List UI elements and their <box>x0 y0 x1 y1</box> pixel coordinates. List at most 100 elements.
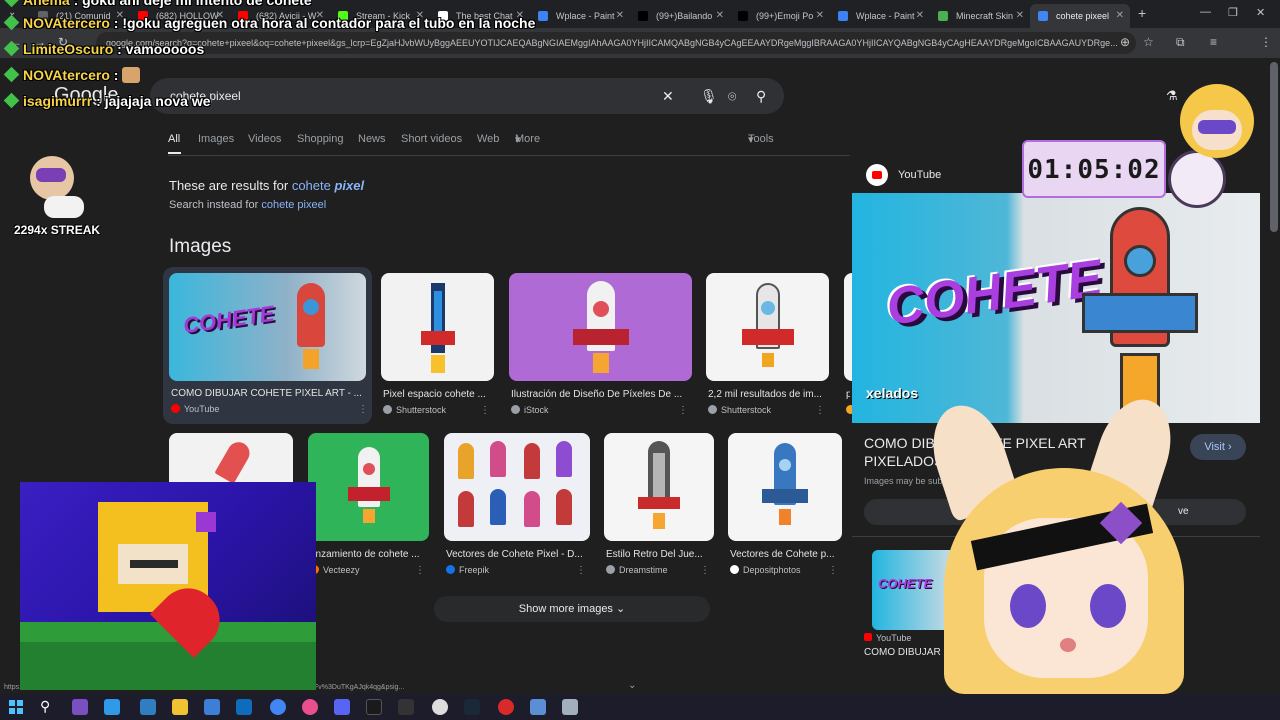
tab[interactable]: (99+)Bailando ✕ <box>630 4 730 28</box>
scroll-down-icon[interactable]: ⌄ <box>628 680 636 691</box>
more-options-icon[interactable]: ⋮ <box>678 405 688 416</box>
filter-short-videos[interactable]: Short videos <box>401 133 462 145</box>
search-icon[interactable]: ⚲ <box>756 78 766 114</box>
filter-videos[interactable]: Videos <box>248 133 281 145</box>
tab[interactable]: cohete pixeel ✕ <box>1030 4 1130 28</box>
filter-tools[interactable]: Tools ▾ <box>748 133 774 146</box>
filter-more[interactable]: More ▾ <box>515 133 540 146</box>
menu-kebab-icon[interactable]: ⋮ <box>1260 35 1272 49</box>
corrected-query-link[interactable]: cohete pixel <box>292 178 364 193</box>
rocket-window <box>779 459 791 471</box>
result-caption[interactable]: COMO DIBUJAR COHETE PIXEL ART - ... <box>171 388 376 399</box>
tab-favicon-icon <box>938 11 948 21</box>
image-result-card[interactable]: COHETE COMO DIBUJAR COHETE PIXEL ART - .… <box>163 267 372 424</box>
filter-web[interactable]: Web <box>477 133 499 145</box>
close-window-icon[interactable]: ✕ <box>1256 6 1265 19</box>
tab-close-icon[interactable]: ✕ <box>716 4 724 28</box>
result-caption[interactable]: 2,2 mil resultados de im... <box>708 389 827 400</box>
tab-close-icon[interactable]: ✕ <box>1016 4 1024 28</box>
app-icon-4[interactable] <box>562 699 578 715</box>
search-icon[interactable]: ⚲ <box>40 698 50 715</box>
more-options-icon[interactable]: ⋮ <box>828 565 838 576</box>
result-caption[interactable]: p <box>846 389 850 400</box>
terminal-icon[interactable] <box>398 699 414 715</box>
result-caption[interactable]: Vectores de Cohete Pixel - D... <box>446 549 588 560</box>
original-query-link[interactable]: cohete pixeel <box>261 199 326 211</box>
filter-all[interactable]: All <box>168 133 180 145</box>
tab[interactable]: (99+)Emoji Po ✕ <box>730 4 830 28</box>
image-result-card[interactable]: Vectores de Cohete Pixel - D... Freepik … <box>444 433 590 583</box>
panel-source[interactable]: YouTube <box>898 169 941 181</box>
tab-close-icon[interactable]: ✕ <box>816 4 824 28</box>
scrollbar[interactable] <box>1270 62 1278 232</box>
steam-icon[interactable] <box>464 699 480 715</box>
nexus-icon[interactable] <box>366 699 382 715</box>
filter-news[interactable]: News <box>358 133 386 145</box>
image-result-card[interactable]: Ilustración de Diseño De Píxeles De ... … <box>509 273 692 423</box>
image-result-card[interactable]: Vectores de Cohete p... Depositphotos ⋮ <box>728 433 842 583</box>
image-result-card-partial[interactable]: p <box>844 273 852 423</box>
extensions-icon[interactable]: ⧉ <box>1176 35 1185 50</box>
more-options-icon[interactable]: ⋮ <box>700 565 710 576</box>
clear-icon[interactable]: ✕ <box>662 78 674 114</box>
more-options-icon[interactable]: ⋮ <box>480 405 490 416</box>
tab-close-icon[interactable]: ✕ <box>916 4 924 28</box>
new-tab-button[interactable]: + <box>1138 5 1146 21</box>
app-icon-2[interactable] <box>498 699 514 715</box>
more-options-icon[interactable]: ⋮ <box>576 565 586 576</box>
filter-shopping[interactable]: Shopping <box>297 133 344 145</box>
result-caption[interactable]: anzamiento de cohete ... <box>310 549 427 560</box>
media-controls-icon[interactable]: ≡ <box>1210 35 1217 49</box>
rocket-flame <box>431 355 445 373</box>
more-options-icon[interactable]: ⋮ <box>358 404 368 415</box>
more-options-icon[interactable]: ⋮ <box>815 405 825 416</box>
tab[interactable]: Minecraft Skin ✕ <box>930 4 1030 28</box>
tab[interactable]: Wplace - Paint ✕ <box>830 4 930 28</box>
tab-close-icon[interactable]: ✕ <box>1116 4 1124 28</box>
edge-icon[interactable] <box>104 699 120 715</box>
browser-icon[interactable] <box>140 699 156 715</box>
task-view-icon[interactable] <box>72 699 88 715</box>
minimize-icon[interactable]: — <box>1200 6 1211 18</box>
store-icon[interactable] <box>204 699 220 715</box>
bookmark-star-icon[interactable]: ☆ <box>1143 35 1154 49</box>
zoom-icon[interactable]: ⊕ <box>1120 35 1130 49</box>
maximize-icon[interactable]: ❐ <box>1228 6 1238 19</box>
chat-diamond-icon <box>3 40 20 57</box>
result-source: Depositphotos <box>730 565 801 575</box>
image-result-card[interactable]: anzamiento de cohete ... Vecteezy ⋮ <box>308 433 429 583</box>
image-result-card[interactable]: Estilo Retro Del Jue... Dreamstime ⋮ <box>604 433 714 583</box>
chat-user: NOVAtercero <box>23 67 110 83</box>
address-bar[interactable]: google.com/search?q=cohete+pixeel&oq=coh… <box>96 32 1136 54</box>
preview-image[interactable]: COHETE xelados <box>852 193 1260 423</box>
windows-start-icon[interactable] <box>9 700 23 714</box>
result-caption[interactable]: Estilo Retro Del Jue... <box>606 549 712 560</box>
rocket-5 <box>458 491 474 527</box>
filter-images[interactable]: Images <box>198 133 234 145</box>
discord-icon[interactable] <box>334 699 350 715</box>
obs-icon[interactable] <box>432 699 448 715</box>
outlook-icon[interactable] <box>236 699 252 715</box>
rocket-fins <box>348 487 390 501</box>
image-result-card[interactable]: 2,2 mil resultados de im... Shutterstock… <box>706 273 829 423</box>
result-caption[interactable]: Vectores de Cohete p... <box>730 549 840 560</box>
left-eye <box>1010 584 1046 628</box>
freepik-icon <box>446 565 455 574</box>
chrome-icon[interactable] <box>270 699 286 715</box>
more-options-icon[interactable]: ⋮ <box>415 565 425 576</box>
search-input[interactable]: cohete pixeel ✕ 🎙 ⌾ ⚲ <box>150 78 784 114</box>
tab-close-icon[interactable]: ✕ <box>616 4 624 28</box>
result-caption[interactable]: Ilustración de Diseño De Píxeles De ... <box>511 389 690 400</box>
show-more-images-button[interactable]: Show more images ⌄ <box>434 596 710 622</box>
result-caption[interactable]: Pixel espacio cohete ... <box>383 389 492 400</box>
file-explorer-icon[interactable] <box>172 699 188 715</box>
lens-icon[interactable]: ⌾ <box>728 78 736 114</box>
result-source-label: YouTube <box>184 404 220 414</box>
app-icon[interactable] <box>302 699 318 715</box>
image-result-card[interactable]: Pixel espacio cohete ... Shutterstock ⋮ <box>381 273 494 423</box>
result-source-label: iStock <box>524 405 549 415</box>
app-icon-3[interactable] <box>530 699 546 715</box>
tab[interactable]: Wplace - Paint ✕ <box>530 4 630 28</box>
chat-user: NOVAtercero <box>23 15 110 31</box>
voice-search-icon[interactable]: 🎙 <box>700 78 718 114</box>
